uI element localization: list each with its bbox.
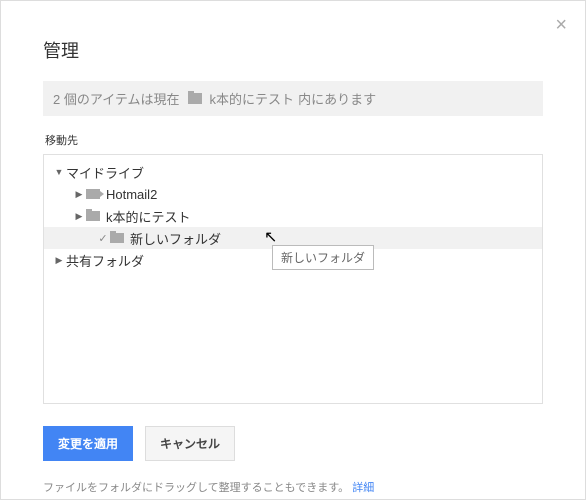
status-folder: k本的にテスト <box>210 89 295 108</box>
footer-hint: ファイルをフォルダにドラッグして整理することもできます。 詳細 <box>43 479 543 495</box>
tree-label: k本的にテスト <box>106 207 191 226</box>
video-folder-icon <box>86 189 100 199</box>
tree-node-mydrive[interactable]: ▼ マイドライブ <box>44 161 542 183</box>
chevron-right-icon[interactable]: ▶ <box>72 211 86 222</box>
folder-tree[interactable]: ▼ マイドライブ ▶ Hotmail2 ▶ k本的にテスト ✓ 新しいフォルダ … <box>43 154 543 404</box>
check-icon: ✓ <box>96 232 110 245</box>
status-prefix: 2 個のアイテムは現在 <box>53 89 180 108</box>
folder-icon <box>86 211 100 221</box>
folder-icon <box>110 233 124 243</box>
close-icon[interactable]: × <box>555 15 567 35</box>
status-bar: 2 個のアイテムは現在 k本的にテスト 内にあります <box>43 81 543 116</box>
tree-label: 共有フォルダ <box>66 251 144 270</box>
manage-dialog: 管理 2 個のアイテムは現在 k本的にテスト 内にあります 移動先 ▼ マイドラ… <box>1 1 585 495</box>
chevron-right-icon[interactable]: ▶ <box>72 189 86 200</box>
folder-icon <box>188 93 202 104</box>
tooltip: 新しいフォルダ <box>272 245 374 270</box>
footer-text: ファイルをフォルダにドラッグして整理することもできます。 <box>43 482 349 494</box>
chevron-down-icon[interactable]: ▼ <box>52 167 66 177</box>
tree-label: 新しいフォルダ <box>130 229 221 248</box>
tree-label: Hotmail2 <box>106 187 157 202</box>
chevron-right-icon[interactable]: ▶ <box>52 255 66 266</box>
cancel-button[interactable]: キャンセル <box>145 426 235 461</box>
tree-node-hotmail[interactable]: ▶ Hotmail2 <box>44 183 542 205</box>
footer-link[interactable]: 詳細 <box>352 482 374 494</box>
destination-label: 移動先 <box>45 132 543 148</box>
tree-node-ktest[interactable]: ▶ k本的にテスト <box>44 205 542 227</box>
status-suffix: 内にあります <box>298 89 376 108</box>
dialog-title: 管理 <box>43 37 543 63</box>
button-row: 変更を適用 キャンセル <box>43 426 543 461</box>
tree-label: マイドライブ <box>66 163 144 182</box>
apply-button[interactable]: 変更を適用 <box>43 426 133 461</box>
